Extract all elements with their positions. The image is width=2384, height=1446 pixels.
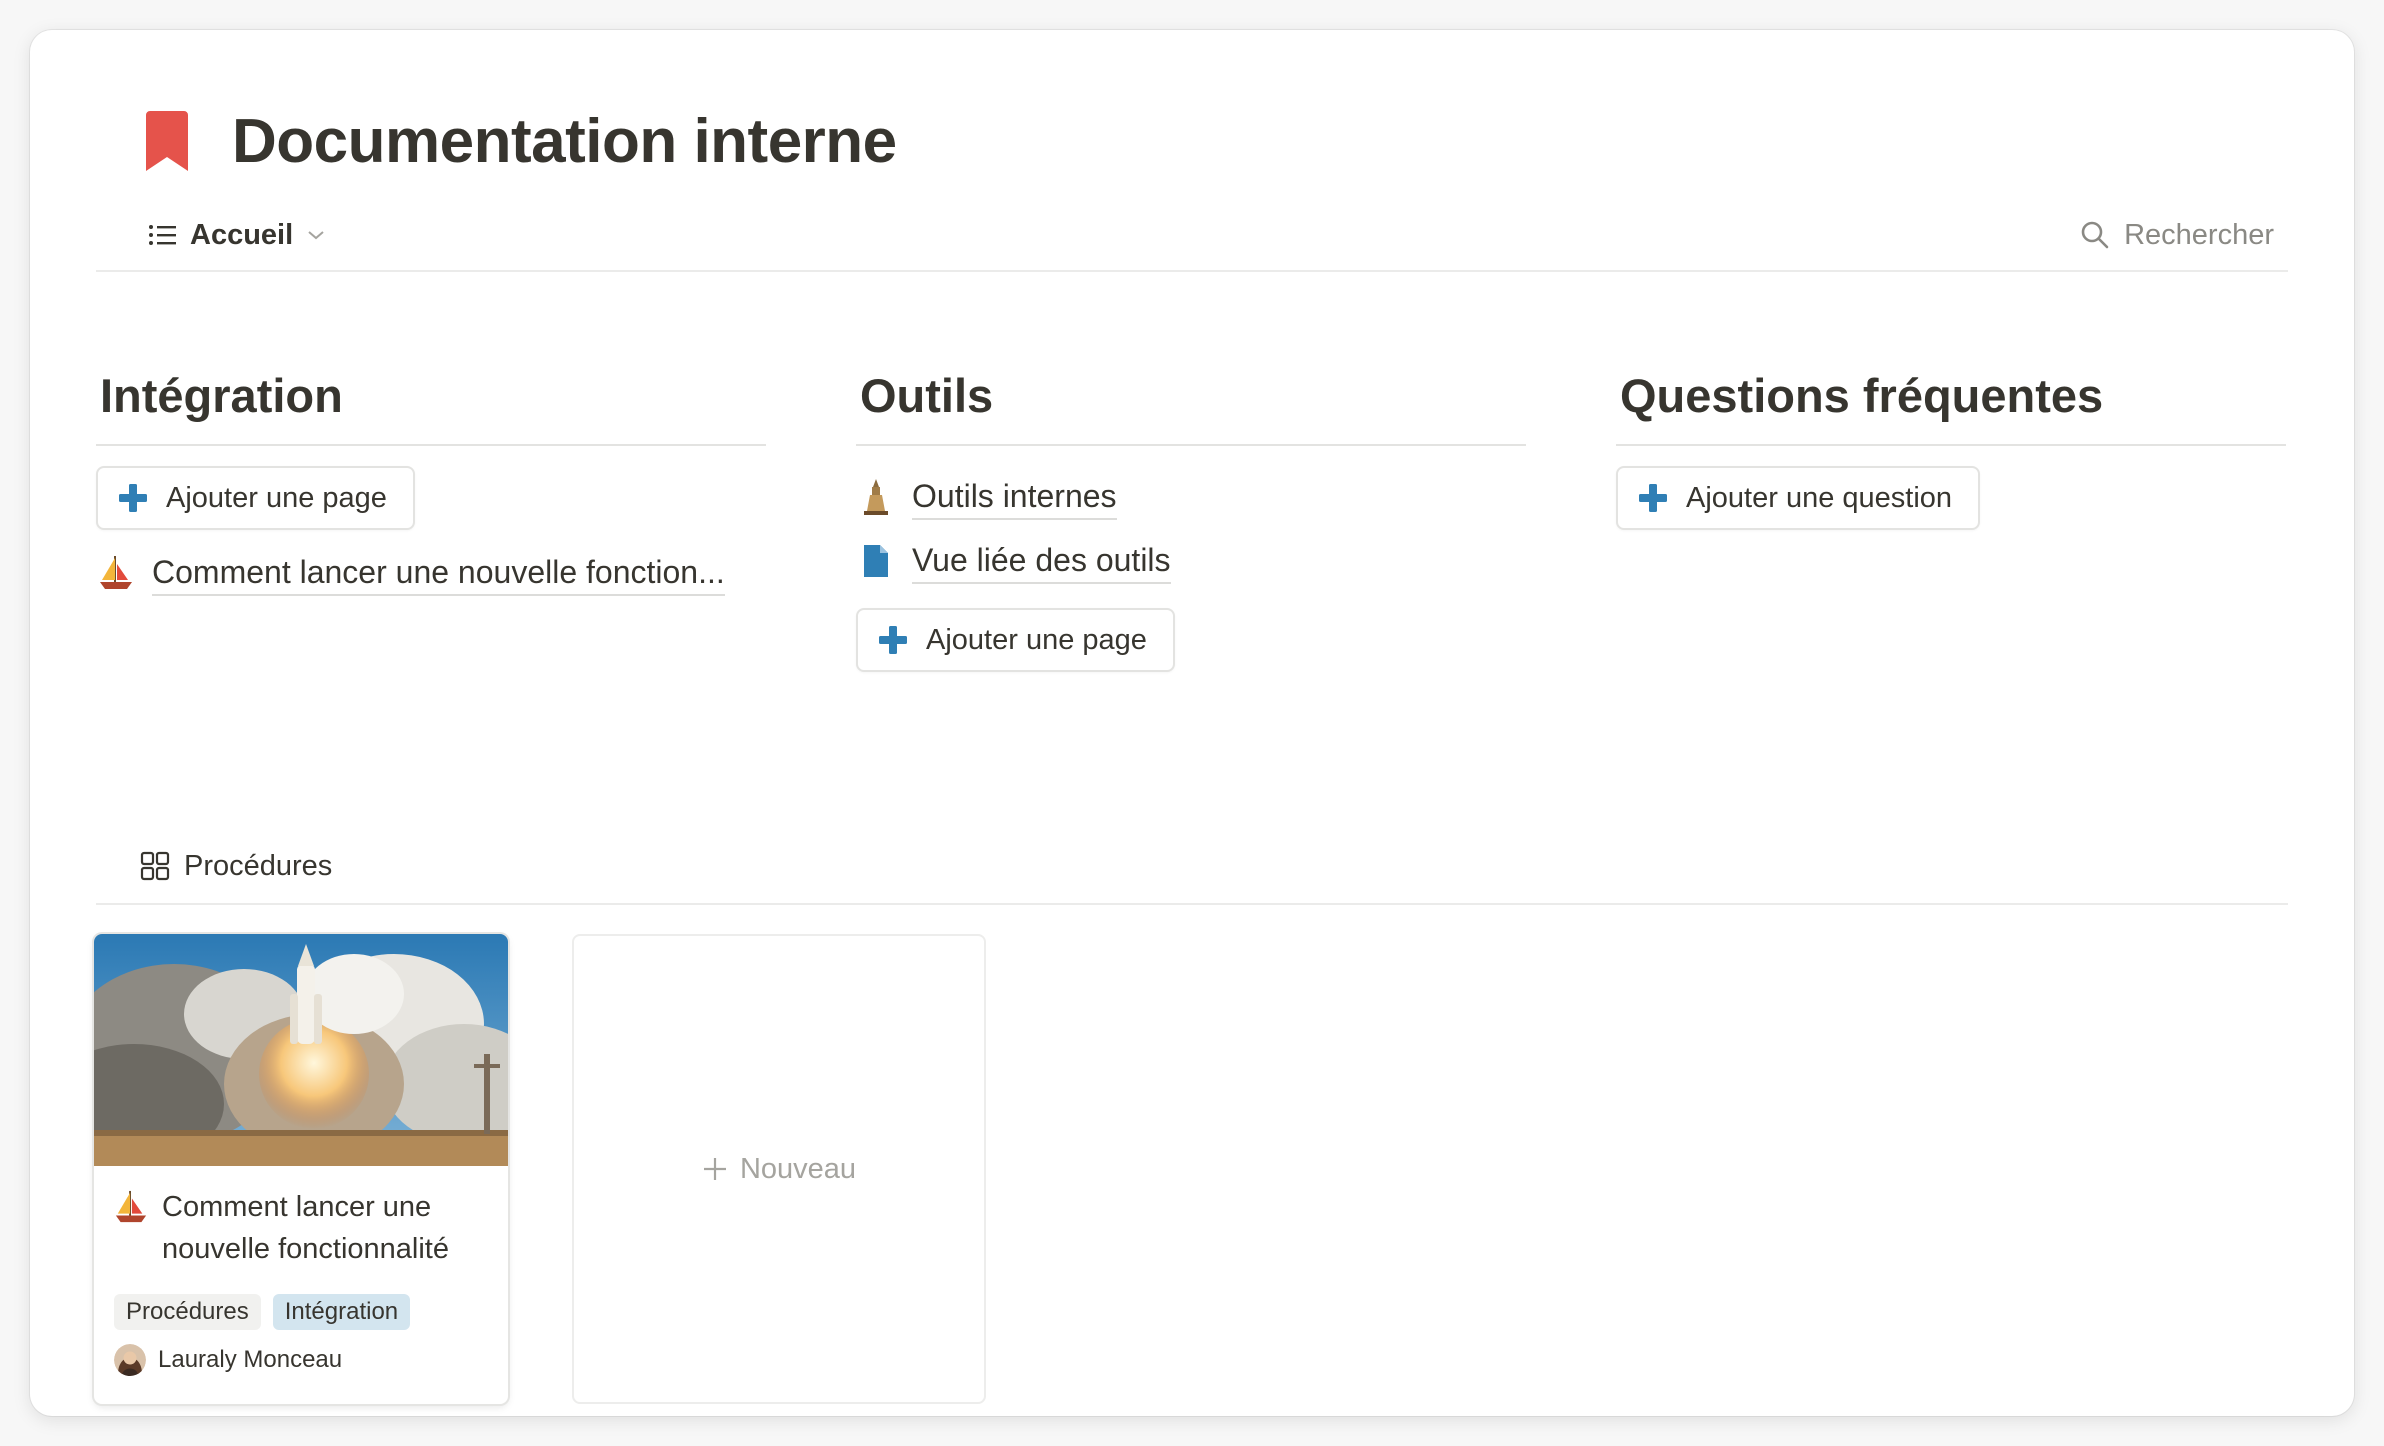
add-question-label: Ajouter une question xyxy=(1686,481,1953,514)
plus-icon xyxy=(119,484,147,512)
plus-icon xyxy=(879,626,907,654)
tower-icon xyxy=(856,477,896,517)
page-link[interactable]: Vue liée des outils xyxy=(856,532,1526,590)
database-view-tab[interactable]: Procédures xyxy=(140,841,332,891)
view-selector[interactable]: Accueil xyxy=(148,210,325,260)
page-link-label: Comment lancer une nouvelle fonction... xyxy=(152,550,725,596)
add-page-button[interactable]: Ajouter une page xyxy=(96,466,415,530)
sailboat-icon xyxy=(96,553,136,593)
column-integration: Intégration Ajouter une page Comment lan… xyxy=(96,350,766,602)
page-link[interactable]: Outils internes xyxy=(856,468,1526,526)
view-selector-label: Accueil xyxy=(190,218,294,251)
new-card-label-row: Nouveau xyxy=(702,1153,856,1186)
add-page-button[interactable]: Ajouter une page xyxy=(856,608,1175,672)
database-view-label: Procédures xyxy=(184,849,333,882)
gallery-card[interactable]: Comment lancer une nouvelle fonctionnali… xyxy=(94,934,508,1404)
tag-integration: Intégration xyxy=(272,1294,411,1330)
column-heading: Outils xyxy=(856,350,1526,446)
bookmark-icon[interactable] xyxy=(144,109,190,173)
page-header: Documentation interne xyxy=(114,76,897,206)
search-icon xyxy=(2081,221,2109,249)
column-heading: Intégration xyxy=(96,350,766,446)
search-label: Rechercher xyxy=(2124,218,2274,251)
new-card-button[interactable]: Nouveau xyxy=(572,934,986,1404)
column-faq: Questions fréquentes Ajouter une questio… xyxy=(1616,350,2286,530)
document-icon xyxy=(856,541,896,581)
card-title: Comment lancer une nouvelle fonctionnali… xyxy=(162,1191,449,1265)
page-window: Documentation interne Accueil Rechercher xyxy=(30,30,2354,1416)
avatar xyxy=(114,1344,146,1376)
sailboat-icon xyxy=(114,1188,148,1228)
page-title: Documentation interne xyxy=(232,106,897,176)
search-button[interactable]: Rechercher xyxy=(2080,210,2274,260)
author-name: Lauraly Monceau xyxy=(158,1346,343,1373)
page-link[interactable]: Comment lancer une nouvelle fonction... xyxy=(96,544,766,602)
card-tags: Procédures Intégration xyxy=(114,1294,488,1330)
database-header: Procédures xyxy=(96,835,2288,905)
rocket-launch-image xyxy=(94,934,508,1166)
page-link-label: Outils internes xyxy=(912,474,1117,520)
gallery-icon xyxy=(140,851,170,881)
add-page-label: Ajouter une page xyxy=(926,623,1147,656)
page-link-label: Vue liée des outils xyxy=(912,538,1171,584)
card-body: Comment lancer une nouvelle fonctionnali… xyxy=(94,1166,508,1376)
card-title-row: Comment lancer une nouvelle fonctionnali… xyxy=(114,1186,488,1270)
card-author: Lauraly Monceau xyxy=(114,1344,488,1376)
plus-icon xyxy=(703,1158,726,1180)
new-card-label: Nouveau xyxy=(739,1152,857,1185)
chevron-down-icon xyxy=(308,231,324,240)
list-icon xyxy=(149,225,176,245)
add-question-button[interactable]: Ajouter une question xyxy=(1616,466,1981,530)
column-tools: Outils Outils internes Vue liée des outi… xyxy=(856,350,1526,672)
tag-procedures: Procédures xyxy=(114,1294,261,1330)
plus-icon xyxy=(1639,484,1667,512)
view-bar: Accueil Rechercher xyxy=(96,200,2288,272)
column-heading: Questions fréquentes xyxy=(1616,350,2286,446)
add-page-label: Ajouter une page xyxy=(166,481,387,514)
